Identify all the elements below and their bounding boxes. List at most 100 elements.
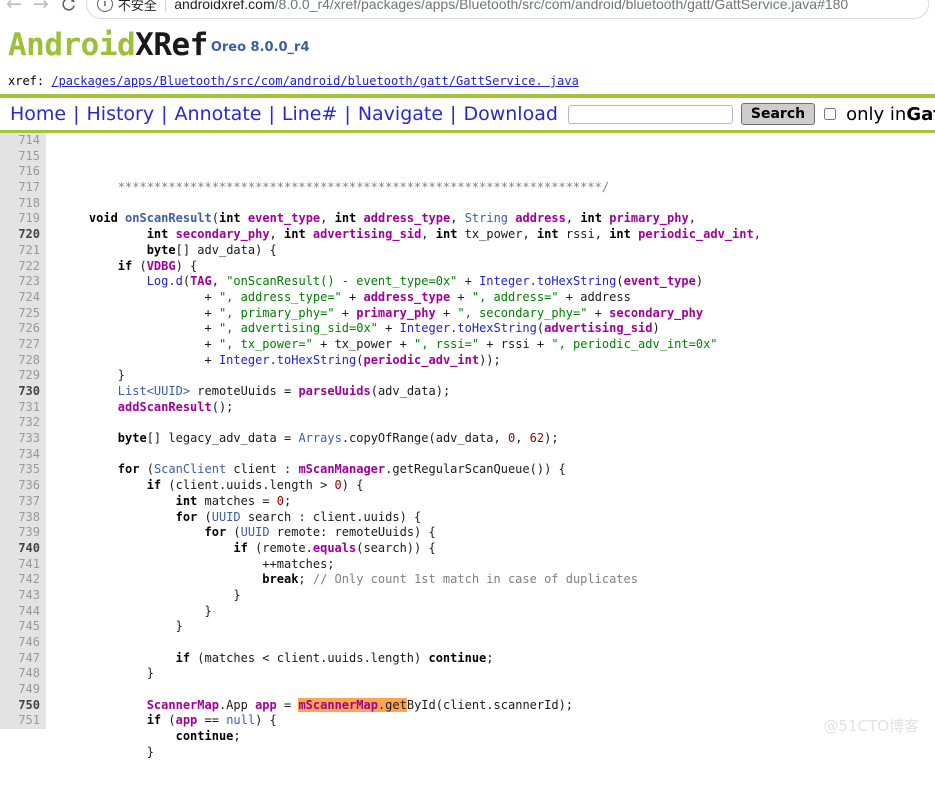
- code-token: }: [60, 587, 241, 602]
- forward-arrow-icon[interactable]: →: [33, 0, 49, 14]
- xref-path-segment[interactable]: /GattService. java: [449, 74, 579, 88]
- line-number[interactable]: 717: [0, 180, 40, 196]
- line-number[interactable]: 721: [0, 243, 40, 259]
- line-number[interactable]: 718: [0, 196, 40, 212]
- line-number[interactable]: 720: [0, 227, 40, 243]
- nav-link-annotate[interactable]: Annotate: [173, 103, 264, 125]
- line-number[interactable]: 725: [0, 306, 40, 322]
- line-number[interactable]: 727: [0, 337, 40, 353]
- line-number[interactable]: 739: [0, 525, 40, 541]
- code-token: +: [435, 305, 458, 320]
- code-token: +: [377, 321, 400, 336]
- line-number[interactable]: 719: [0, 211, 40, 227]
- line-number[interactable]: 733: [0, 431, 40, 447]
- only-in-filename: GattService: [906, 103, 935, 125]
- search-input[interactable]: [567, 104, 733, 124]
- line-number[interactable]: 736: [0, 478, 40, 494]
- xref-path-segment[interactable]: /com: [254, 74, 283, 88]
- code-token: void: [88, 211, 118, 226]
- xref-path-segment[interactable]: /gatt: [413, 74, 449, 88]
- xref-path-segment[interactable]: /packages: [51, 74, 116, 88]
- line-number[interactable]: 731: [0, 400, 40, 416]
- code-line: if (VDBG) {: [60, 259, 935, 275]
- line-number[interactable]: 746: [0, 635, 40, 651]
- line-number[interactable]: 715: [0, 149, 40, 165]
- info-circle-icon[interactable]: i: [96, 0, 113, 12]
- line-number[interactable]: 740: [0, 541, 40, 557]
- code-token: VDBG: [146, 258, 176, 273]
- back-arrow-icon[interactable]: ←: [6, 0, 22, 14]
- code-token: ;: [284, 493, 292, 508]
- code-token: periodic_adv_int: [638, 227, 754, 242]
- line-number[interactable]: 716: [0, 164, 40, 180]
- code-token: +: [60, 289, 219, 304]
- line-number[interactable]: 742: [0, 572, 40, 588]
- line-number[interactable]: 749: [0, 682, 40, 698]
- code-token: ) {: [255, 713, 277, 728]
- code-token: +: [60, 321, 219, 336]
- only-in-file-checkbox[interactable]: [824, 108, 837, 120]
- xref-path-segment[interactable]: /Bluetooth: [153, 74, 225, 88]
- code-token: (: [211, 211, 219, 226]
- line-number[interactable]: 737: [0, 494, 40, 510]
- line-number[interactable]: 743: [0, 588, 40, 604]
- line-number[interactable]: 734: [0, 447, 40, 463]
- code-token: primary_phy: [356, 305, 436, 320]
- code-token: (remote.: [247, 540, 313, 555]
- nav-link-home[interactable]: Home: [8, 103, 68, 125]
- line-number[interactable]: 714: [0, 133, 40, 149]
- site-logo[interactable]: AndroidXRef Oreo 8.0.0_r4: [0, 22, 935, 64]
- line-number-gutter[interactable]: 714 715 716 717 718 719 720 721 722 723 724 725 726 7…: [0, 133, 46, 730]
- nav-link-download[interactable]: Download: [461, 103, 559, 125]
- code-token: if: [117, 258, 133, 273]
- line-number[interactable]: 744: [0, 604, 40, 620]
- code-lines[interactable]: ****************************************…: [46, 180, 935, 776]
- line-number[interactable]: 741: [0, 557, 40, 573]
- line-number[interactable]: 732: [0, 415, 40, 431]
- line-number[interactable]: 728: [0, 353, 40, 369]
- line-number[interactable]: 729: [0, 368, 40, 384]
- line-number[interactable]: 722: [0, 259, 40, 275]
- code-token: ==: [197, 713, 227, 728]
- code-token: );: [435, 384, 451, 399]
- nav-link-history[interactable]: History: [85, 103, 157, 125]
- nav-link-line-number[interactable]: Line#: [280, 103, 340, 125]
- code-token: continue: [175, 729, 234, 744]
- xref-path-links[interactable]: /packages/apps/Bluetooth/src/com/android…: [51, 74, 578, 88]
- line-number[interactable]: 730: [0, 384, 40, 400]
- xref-path-segment[interactable]: /android: [283, 74, 341, 88]
- url-bar[interactable]: i 不安全 | androidxref.com /8.0.0_r4/xref/p…: [85, 0, 929, 19]
- code-token: Log.d: [146, 274, 183, 289]
- line-number[interactable]: 747: [0, 651, 40, 667]
- line-number[interactable]: 748: [0, 666, 40, 682]
- line-number[interactable]: 738: [0, 510, 40, 526]
- code-token: for: [117, 462, 140, 477]
- line-number[interactable]: 723: [0, 274, 40, 290]
- search-button[interactable]: Search: [740, 103, 816, 125]
- url-host: androidxref.com: [174, 0, 275, 12]
- line-number[interactable]: 735: [0, 462, 40, 478]
- code-token: matches =: [197, 493, 277, 508]
- reload-icon[interactable]: [60, 0, 77, 13]
- code-token: 0: [276, 493, 284, 508]
- xref-path-segment[interactable]: /src: [225, 74, 254, 88]
- code-token: (: [132, 258, 147, 273]
- code-token: ", tx_power=": [218, 336, 313, 351]
- nav-link-navigate[interactable]: Navigate: [356, 103, 445, 125]
- code-token: +: [60, 336, 219, 351]
- line-number[interactable]: 724: [0, 290, 40, 306]
- line-number[interactable]: 745: [0, 619, 40, 635]
- line-number[interactable]: 751: [0, 713, 40, 729]
- code-token: rssi: [500, 336, 530, 351]
- xref-path-segment[interactable]: /bluetooth: [340, 74, 412, 88]
- xref-path-segment[interactable]: /apps: [116, 74, 152, 88]
- line-number[interactable]: 726: [0, 321, 40, 337]
- code-token: ++matches;: [60, 556, 335, 571]
- line-number[interactable]: 750: [0, 698, 40, 714]
